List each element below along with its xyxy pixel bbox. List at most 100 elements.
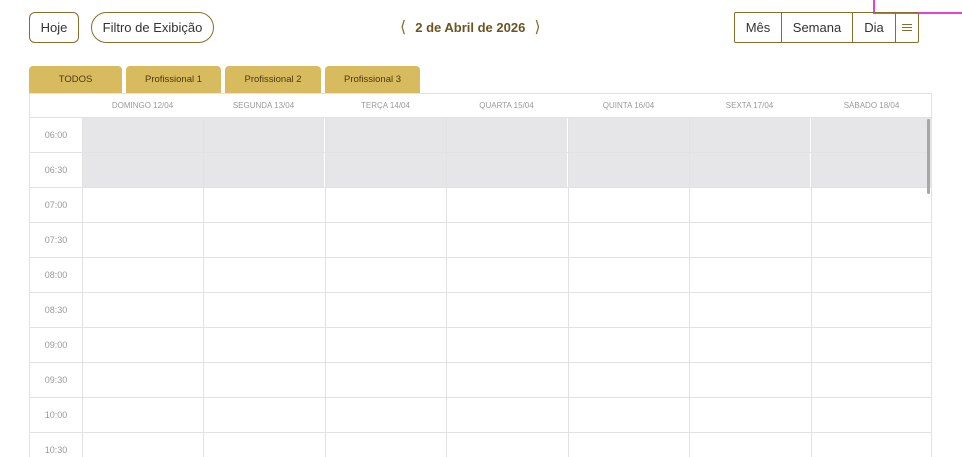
time-slot[interactable] <box>446 118 567 152</box>
time-slot[interactable] <box>568 188 689 222</box>
time-label: 06:00 <box>44 130 68 140</box>
time-slot[interactable] <box>203 118 324 152</box>
display-filter-button[interactable]: Filtro de Exibição <box>91 12 214 43</box>
time-slot[interactable] <box>203 223 324 257</box>
time-slot[interactable] <box>568 118 689 152</box>
time-slot[interactable] <box>203 363 324 397</box>
day-view-button[interactable]: Dia <box>853 13 896 42</box>
time-slot[interactable] <box>689 433 810 457</box>
time-slot[interactable] <box>568 328 689 362</box>
time-slot[interactable] <box>325 188 446 222</box>
time-label: 08:30 <box>44 305 68 315</box>
time-slot[interactable] <box>446 258 567 292</box>
time-slot[interactable] <box>82 293 203 327</box>
time-slot[interactable] <box>811 223 931 257</box>
time-slot[interactable] <box>811 328 931 362</box>
time-slot[interactable] <box>689 223 810 257</box>
time-slot[interactable] <box>811 433 931 457</box>
tab-profissional-3[interactable]: Profissional 3 <box>325 66 420 93</box>
time-slot[interactable] <box>689 398 810 432</box>
time-slot[interactable] <box>446 433 567 457</box>
time-slot[interactable] <box>203 328 324 362</box>
time-slot[interactable] <box>82 433 203 457</box>
time-slot[interactable] <box>811 398 931 432</box>
time-slot[interactable] <box>325 433 446 457</box>
time-slot[interactable] <box>203 433 324 457</box>
time-slot[interactable] <box>446 398 567 432</box>
time-slot[interactable] <box>568 293 689 327</box>
day-header: QUINTA 16/04 <box>602 101 655 110</box>
tab-profissional-2[interactable]: Profissional 2 <box>225 66 321 93</box>
time-row: 06:00 <box>30 118 931 153</box>
time-slot[interactable] <box>203 153 324 187</box>
tab-todos[interactable]: TODOS <box>29 66 122 93</box>
time-slot[interactable] <box>568 363 689 397</box>
time-slot[interactable] <box>82 363 203 397</box>
time-slot[interactable] <box>446 328 567 362</box>
time-row: 08:00 <box>30 258 931 293</box>
time-slot[interactable] <box>82 328 203 362</box>
date-navigation: ⟨ 2 de Abril de 2026 ⟩ <box>400 12 541 43</box>
time-slot[interactable] <box>82 398 203 432</box>
calendar-toolbar: Hoje Filtro de Exibição ⟨ 2 de Abril de … <box>29 12 919 43</box>
day-header: DOMINGO 12/04 <box>111 101 174 110</box>
today-button[interactable]: Hoje <box>29 12 79 43</box>
tab-profissional-1[interactable]: Profissional 1 <box>126 66 221 93</box>
time-slot[interactable] <box>568 398 689 432</box>
time-slot[interactable] <box>568 433 689 457</box>
time-slot[interactable] <box>811 153 931 187</box>
time-slot[interactable] <box>82 258 203 292</box>
time-slot[interactable] <box>325 223 446 257</box>
time-slot[interactable] <box>325 293 446 327</box>
time-slot[interactable] <box>325 398 446 432</box>
time-slot[interactable] <box>446 223 567 257</box>
time-slot[interactable] <box>689 293 810 327</box>
time-slot[interactable] <box>811 188 931 222</box>
month-view-button[interactable]: Mês <box>735 13 782 42</box>
time-slot[interactable] <box>82 223 203 257</box>
time-slot[interactable] <box>689 363 810 397</box>
day-header: SEGUNDA 13/04 <box>232 101 295 110</box>
chevron-right-icon[interactable]: ⟩ <box>534 19 540 36</box>
time-slot[interactable] <box>568 223 689 257</box>
time-slot[interactable] <box>446 293 567 327</box>
time-slot[interactable] <box>82 118 203 152</box>
time-slot[interactable] <box>811 258 931 292</box>
time-slot[interactable] <box>811 118 931 152</box>
time-row: 10:30 <box>30 433 931 457</box>
time-label: 07:00 <box>44 200 68 210</box>
time-slot[interactable] <box>325 328 446 362</box>
time-slot[interactable] <box>203 398 324 432</box>
time-label: 06:30 <box>44 165 68 175</box>
time-slot[interactable] <box>82 188 203 222</box>
time-slot[interactable] <box>82 153 203 187</box>
list-view-button[interactable] <box>896 13 918 42</box>
time-slot[interactable] <box>446 188 567 222</box>
time-slot[interactable] <box>325 363 446 397</box>
time-slot[interactable] <box>446 363 567 397</box>
time-slot[interactable] <box>203 188 324 222</box>
time-slot[interactable] <box>325 118 446 152</box>
time-slot[interactable] <box>689 153 810 187</box>
time-slot[interactable] <box>203 293 324 327</box>
time-slot[interactable] <box>689 258 810 292</box>
time-slot[interactable] <box>811 293 931 327</box>
time-slot[interactable] <box>689 188 810 222</box>
time-slot[interactable] <box>689 118 810 152</box>
time-slot[interactable] <box>325 258 446 292</box>
time-slot[interactable] <box>325 153 446 187</box>
time-slot[interactable] <box>446 153 567 187</box>
time-slot[interactable] <box>203 258 324 292</box>
chevron-left-icon[interactable]: ⟨ <box>400 19 406 36</box>
time-slot[interactable] <box>568 153 689 187</box>
time-row: 07:00 <box>30 188 931 223</box>
time-row: 07:30 <box>30 223 931 258</box>
time-slot[interactable] <box>689 328 810 362</box>
time-row: 09:30 <box>30 363 931 398</box>
time-slot[interactable] <box>568 258 689 292</box>
week-view-button[interactable]: Semana <box>782 13 853 42</box>
time-slot[interactable] <box>811 363 931 397</box>
time-label: 08:00 <box>44 270 68 280</box>
vertical-scrollbar[interactable] <box>927 119 930 194</box>
day-header: SÁBADO 18/04 <box>843 101 900 110</box>
